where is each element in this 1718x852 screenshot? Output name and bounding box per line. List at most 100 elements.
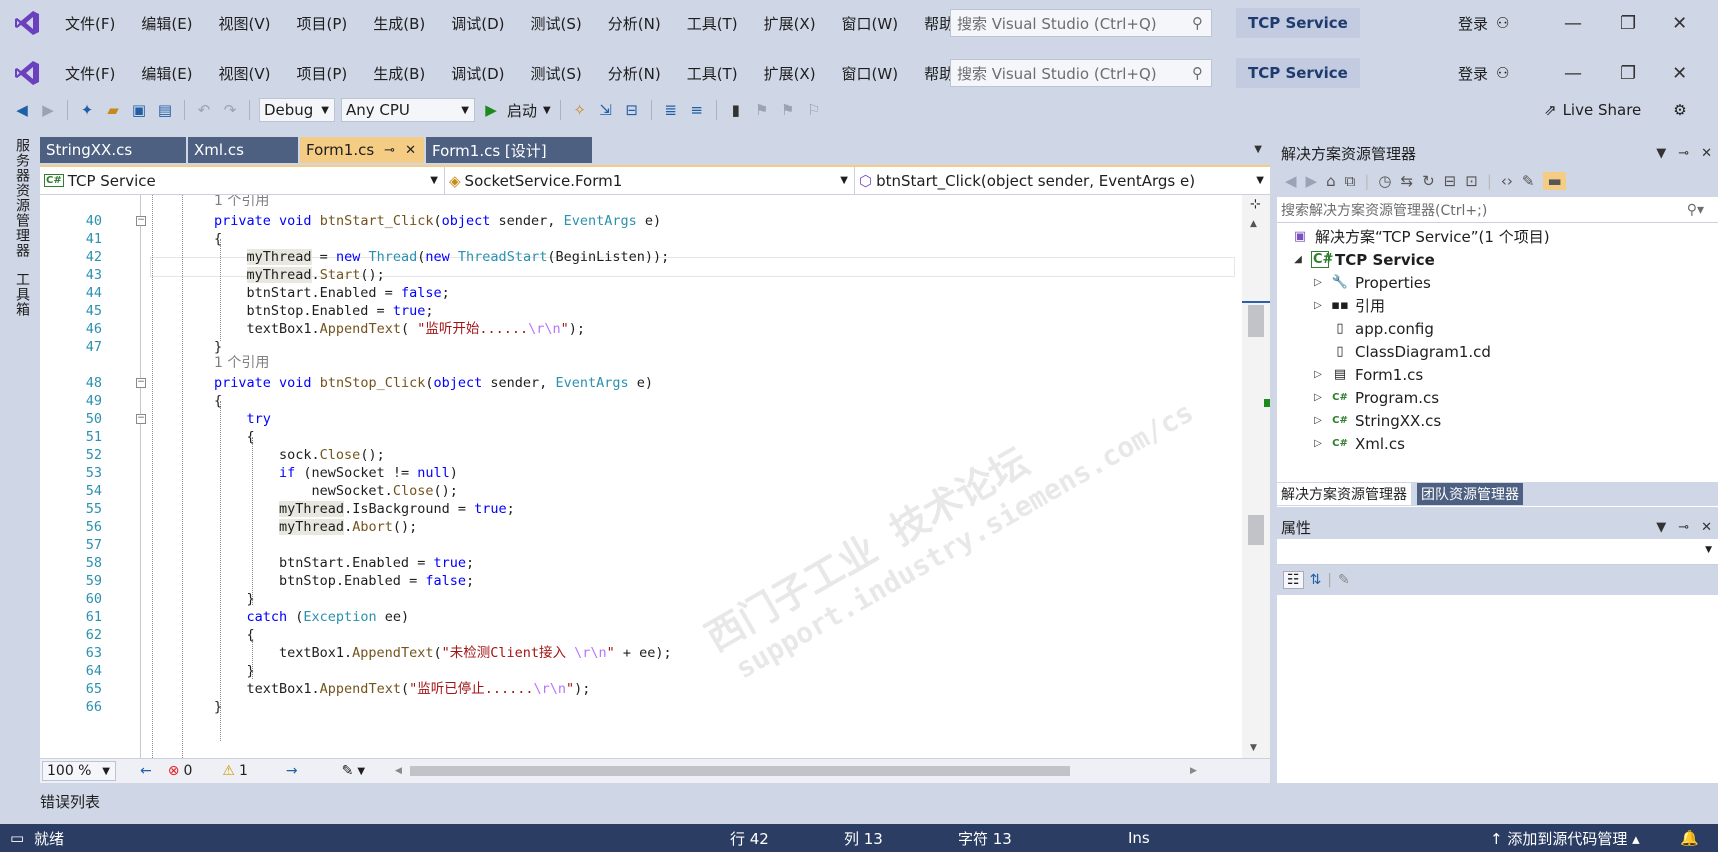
member-dropdown[interactable]: ⬡ btnStart_Click(object sender, EventArgs… — [855, 167, 1270, 194]
bookmark-icon[interactable]: ▮ — [726, 100, 746, 120]
tab-form1[interactable]: Form1.cs ⊸ ✕ — [300, 137, 424, 163]
uncomment-icon[interactable]: ≡ — [687, 100, 707, 120]
tree-item-stringxx[interactable]: ▷ C# StringXX.cs — [1311, 409, 1441, 432]
horizontal-scroll-thumb[interactable] — [409, 766, 1070, 776]
step-icon[interactable]: ⇲ — [596, 100, 616, 120]
menu-extensions[interactable]: 扩展(X) — [751, 63, 829, 84]
undo-icon[interactable]: ↶ — [194, 100, 214, 120]
notification-icon[interactable]: 🔔 — [1680, 829, 1699, 847]
menu-project[interactable]: 项目(P) — [284, 63, 361, 84]
view-code-icon[interactable]: ‹› — [1501, 172, 1513, 190]
prev-bookmark-icon[interactable]: ⚑ — [752, 100, 772, 120]
login-button[interactable]: 登录 ⚇ — [1458, 63, 1509, 84]
source-control-button[interactable]: ↑ 添加到源代码管理 ▴ — [1490, 828, 1640, 849]
tree-item-form1[interactable]: ▷ ▤ Form1.cs — [1311, 363, 1423, 386]
pin-icon[interactable]: ⊸ — [1678, 520, 1689, 535]
feedback-icon[interactable]: ⚙ — [1673, 101, 1686, 119]
live-share-button[interactable]: ⇗ Live Share ⚙ — [1544, 94, 1687, 126]
next-issue-icon[interactable]: → — [286, 763, 298, 779]
pin-icon[interactable]: ⊸ — [1678, 146, 1689, 161]
menu-analyze[interactable]: 分析(N) — [595, 63, 674, 84]
forward-icon[interactable]: ▶ — [38, 100, 58, 120]
sync-icon[interactable]: ⇆ — [1401, 172, 1414, 190]
code-lens-ref[interactable]: 1 个引用 — [214, 353, 269, 373]
back-icon[interactable]: ◀ — [12, 100, 32, 120]
expanded-arrow-icon[interactable]: ◢ — [1291, 254, 1305, 265]
back-icon[interactable]: ◀ — [1285, 172, 1297, 190]
pending-changes-icon[interactable]: ◷ — [1378, 172, 1391, 190]
next-bookmark-icon[interactable]: ⚑ — [778, 100, 798, 120]
show-all-files-icon[interactable]: ⊡ — [1465, 172, 1478, 190]
tab-overflow-icon[interactable]: ▼ — [1254, 144, 1262, 155]
save-all-icon[interactable]: ▤ — [155, 100, 175, 120]
search-input[interactable]: 搜索 Visual Studio (Ctrl+Q) ⚲ — [950, 59, 1212, 87]
menu-window[interactable]: 窗口(W) — [829, 63, 912, 84]
menu-test[interactable]: 测试(S) — [518, 63, 595, 84]
code-lens-ref[interactable]: 1 个引用 — [214, 195, 269, 211]
tree-item-class-diagram[interactable]: ▯ ClassDiagram1.cd — [1331, 340, 1491, 363]
open-file-icon[interactable]: ▰ — [103, 100, 123, 120]
menu-view[interactable]: 视图(V) — [206, 63, 284, 84]
menu-build[interactable]: 生成(B) — [360, 63, 438, 84]
code-area[interactable]: 1 个引用 40− private void btnStart_Click(obj… — [40, 195, 1240, 760]
start-button[interactable]: 启动 — [507, 100, 537, 121]
server-explorer-tab[interactable]: 服务器资源管理器 — [12, 138, 32, 258]
collapsed-arrow-icon[interactable]: ▷ — [1311, 277, 1325, 288]
menu-debug[interactable]: 调试(D) — [438, 63, 517, 84]
menu-file[interactable]: 文件(F) — [52, 63, 128, 84]
prev-issue-icon[interactable]: ← — [140, 763, 152, 779]
tab-xml[interactable]: Xml.cs — [188, 137, 298, 163]
tab-stringxx[interactable]: StringXX.cs — [40, 137, 186, 163]
layout-icon[interactable]: ⊟ — [622, 100, 642, 120]
scroll-down-icon[interactable]: ▼ — [1250, 743, 1257, 753]
split-icon[interactable]: ⊹ — [1250, 197, 1261, 212]
attach-icon[interactable]: ✧ — [570, 100, 590, 120]
tree-item-xml[interactable]: ▷ C# Xml.cs — [1311, 432, 1405, 455]
error-list-tab[interactable]: 错误列表 — [40, 788, 100, 814]
project-dropdown[interactable]: C# TCP Service ▼ — [40, 167, 445, 194]
tree-item-program[interactable]: ▷ C# Program.cs — [1311, 386, 1439, 409]
restore-icon[interactable]: ❐ — [1620, 63, 1636, 84]
class-dropdown[interactable]: ◈ SocketService.Form1 ▼ — [445, 167, 855, 194]
menu-edit[interactable]: 编辑(E) — [128, 63, 205, 84]
collapsed-arrow-icon[interactable]: ▷ — [1311, 392, 1325, 403]
close-tab-icon[interactable]: ✕ — [405, 143, 416, 158]
tree-item-app-config[interactable]: ▯ app.config — [1331, 317, 1433, 340]
close-icon[interactable]: ✕ — [1701, 520, 1712, 535]
categorized-icon[interactable]: ☷ — [1283, 571, 1304, 589]
toolbox-tab[interactable]: 工具箱 — [12, 272, 32, 317]
clear-bookmark-icon[interactable]: ⚐ — [804, 100, 824, 120]
collapsed-arrow-icon[interactable]: ▷ — [1311, 369, 1325, 380]
switch-views-icon[interactable]: ⧉ — [1345, 172, 1356, 190]
save-icon[interactable]: ▣ — [129, 100, 149, 120]
collapse-all-icon[interactable]: ⊟ — [1444, 172, 1457, 190]
alphabetical-icon[interactable]: ⇅ — [1310, 572, 1322, 588]
tree-item-references[interactable]: ▷ ▪▪ 引用 — [1311, 294, 1385, 317]
vertical-scrollbar[interactable]: ⊹ ▲ ▼ — [1242, 195, 1270, 760]
tree-item-properties[interactable]: ▷ 🔧 Properties — [1311, 271, 1431, 294]
forward-icon[interactable]: ▶ — [1306, 172, 1318, 190]
scroll-left-icon[interactable]: ◀ — [395, 766, 402, 776]
collapsed-arrow-icon[interactable]: ▷ — [1311, 415, 1325, 426]
close-icon[interactable]: ✕ — [1701, 146, 1712, 161]
collapsed-arrow-icon[interactable]: ▷ — [1311, 438, 1325, 449]
new-project-icon[interactable]: ✦ — [77, 100, 97, 120]
tab-team-explorer[interactable]: 团队资源管理器 — [1417, 483, 1523, 505]
pin-icon[interactable]: ⊸ — [384, 143, 395, 158]
preview-icon[interactable]: ▬ — [1543, 172, 1566, 190]
scroll-right-icon[interactable]: ▶ — [1190, 766, 1197, 776]
collapsed-arrow-icon[interactable]: ▷ — [1311, 300, 1325, 311]
platform-dropdown[interactable]: Any CPU ▼ — [341, 98, 475, 122]
tree-item-solution[interactable]: ▣ 解决方案“TCP Service”(1 个项目) — [1291, 225, 1550, 248]
properties-icon[interactable]: ✎ — [1522, 172, 1535, 190]
home-icon[interactable]: ⌂ — [1326, 172, 1336, 190]
tab-form1-design[interactable]: Form1.cs [设计] — [426, 137, 592, 163]
solution-search-input[interactable]: 搜索解决方案资源管理器(Ctrl+;) ⚲▾ — [1277, 197, 1718, 223]
object-selector[interactable]: ▼ — [1277, 539, 1718, 565]
zoom-dropdown[interactable]: 100 % ▼ — [42, 761, 116, 781]
minimize-icon[interactable]: — — [1564, 63, 1582, 84]
start-icon[interactable]: ▶ — [481, 100, 501, 120]
tree-item-project[interactable]: ◢ C# TCP Service — [1291, 248, 1435, 271]
tab-solution-explorer[interactable]: 解决方案资源管理器 — [1277, 483, 1411, 505]
menu-tools[interactable]: 工具(T) — [674, 63, 751, 84]
